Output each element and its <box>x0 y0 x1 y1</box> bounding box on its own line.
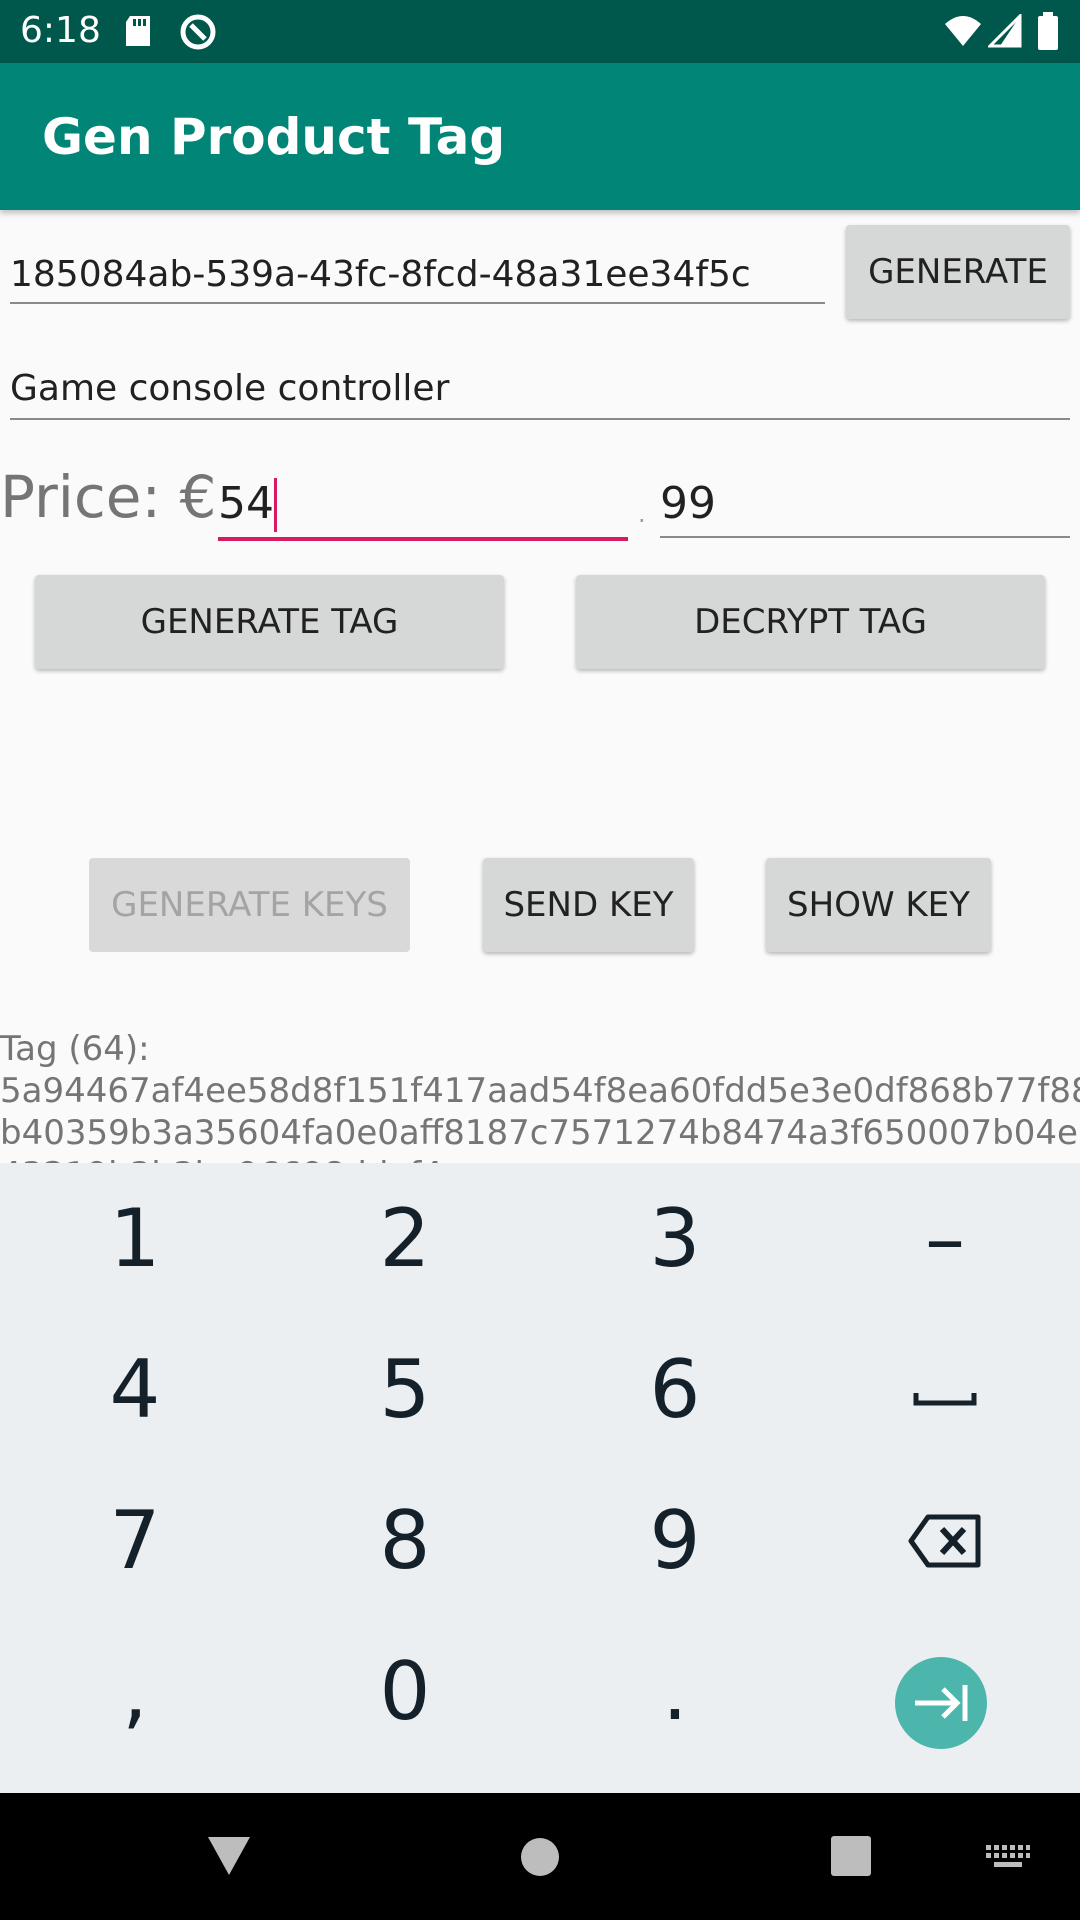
key-1[interactable]: 1 <box>0 1163 270 1314</box>
key-9[interactable]: 9 <box>540 1465 810 1616</box>
space-icon <box>913 1393 977 1406</box>
status-time: 6:18 <box>20 10 101 51</box>
generate-tag-button-label: GENERATE TAG <box>140 602 399 642</box>
price-label: Price: € <box>0 463 217 531</box>
price-euros-underline <box>218 537 628 541</box>
backspace-icon <box>908 1514 981 1568</box>
key-7[interactable]: 7 <box>0 1465 270 1616</box>
show-key-button[interactable]: SHOW KEY <box>766 858 991 952</box>
price-euros-value: 54 <box>218 478 274 529</box>
app-bar: Gen Product Tag <box>0 63 1080 210</box>
key-8[interactable]: 8 <box>270 1465 540 1616</box>
tag-output-line: 5a94467af4ee58d8f151f417aad54f8ea60fdd5e… <box>0 1071 1080 1111</box>
battery-icon <box>1038 12 1058 50</box>
numeric-keyboard: 1 2 3 – 4 5 6 7 8 9 , 0 . <box>0 1163 1080 1793</box>
key-space[interactable] <box>810 1314 1080 1465</box>
back-icon[interactable] <box>206 1835 252 1877</box>
key-2[interactable]: 2 <box>270 1163 540 1314</box>
price-euros-input[interactable]: 54 <box>218 478 628 532</box>
signal-icon <box>988 14 1022 48</box>
tag-output: Tag (64): 5a94467af4ee58d8f151f417aad54f… <box>0 1028 1080 1163</box>
sd-card-icon <box>126 16 150 46</box>
key-next[interactable] <box>895 1657 987 1749</box>
status-bar: 6:18 <box>0 0 1080 63</box>
generate-keys-button-label: GENERATE KEYS <box>111 885 388 925</box>
tag-output-line: Tag (64): <box>0 1029 150 1069</box>
key-5[interactable]: 5 <box>270 1314 540 1465</box>
uuid-input-underline <box>10 302 825 304</box>
navigation-bar <box>0 1793 1080 1920</box>
keyboard-switch-icon[interactable] <box>986 1845 1030 1871</box>
key-3[interactable]: 3 <box>540 1163 810 1314</box>
key-comma[interactable]: , <box>0 1616 270 1767</box>
price-separator: . <box>638 500 646 528</box>
price-cents-underline <box>660 536 1070 538</box>
recents-icon[interactable] <box>831 1836 871 1876</box>
app-title: Gen Product Tag <box>42 108 506 166</box>
wifi-icon <box>945 16 981 46</box>
generate-button-label: GENERATE <box>868 252 1048 292</box>
key-6[interactable]: 6 <box>540 1314 810 1465</box>
decrypt-tag-button[interactable]: DECRYPT TAG <box>576 575 1045 669</box>
generate-keys-button[interactable]: GENERATE KEYS <box>89 858 410 952</box>
key-4[interactable]: 4 <box>0 1314 270 1465</box>
generate-tag-button[interactable]: GENERATE TAG <box>35 575 504 669</box>
sync-icon <box>180 14 216 50</box>
decrypt-tag-button-label: DECRYPT TAG <box>694 602 927 642</box>
show-key-button-label: SHOW KEY <box>787 885 970 925</box>
send-key-button-label: SEND KEY <box>503 885 674 925</box>
key-backspace[interactable] <box>810 1465 1080 1616</box>
tag-output-line: 43219b3b3be96698ddaf4 <box>0 1154 1080 1163</box>
key-minus[interactable]: – <box>810 1163 1080 1314</box>
generate-button[interactable]: GENERATE <box>846 225 1070 319</box>
product-name-underline <box>10 418 1070 420</box>
tag-output-line: b40359b3a35604fa0e0aff8187c7571274b8474a… <box>0 1113 1080 1153</box>
price-cents-input[interactable]: 99 <box>660 478 1070 530</box>
text-cursor <box>274 478 277 532</box>
key-0[interactable]: 0 <box>270 1616 540 1767</box>
uuid-input[interactable]: 185084ab-539a-43fc-8fcd-48a31ee34f5c <box>10 253 825 297</box>
key-period[interactable]: . <box>540 1616 810 1767</box>
product-name-input[interactable]: Game console controller <box>10 367 1070 411</box>
next-icon <box>915 1685 968 1721</box>
send-key-button[interactable]: SEND KEY <box>483 858 694 952</box>
home-icon[interactable] <box>520 1837 560 1877</box>
